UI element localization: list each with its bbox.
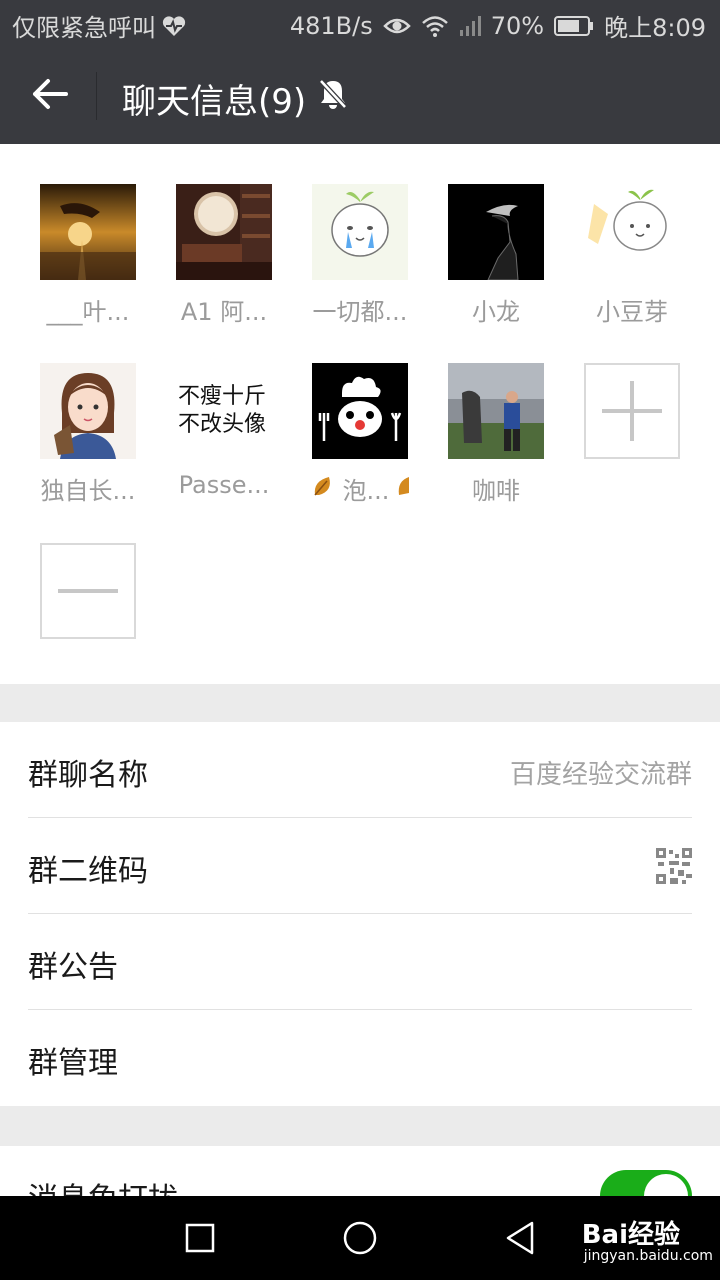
group-name-value: 百度经验交流群: [509, 760, 692, 790]
member-item[interactable]: 咖啡: [428, 363, 564, 513]
back-button[interactable]: [20, 66, 80, 126]
square-icon: [185, 1223, 215, 1253]
system-nav-bar: Bai经验 jingyan.baidu.com: [0, 1196, 720, 1280]
add-member-button[interactable]: [564, 363, 700, 513]
avatar-text-line: 不瘦十斤: [178, 384, 267, 409]
avatar-text-line: 不改头像: [178, 412, 267, 437]
page-title-text: 聊天信息(9): [122, 82, 307, 122]
avatar: [176, 184, 272, 280]
bell-off-icon: [318, 78, 348, 119]
member-name: 小豆芽: [596, 298, 668, 326]
members-grid: ___叶... A1 阿... 一切都... 小龙 小豆芽 独自长... 不瘦十…: [0, 144, 720, 684]
member-item[interactable]: 独自长...: [20, 363, 156, 513]
group-name-label: 群聊名称: [28, 758, 148, 793]
member-item[interactable]: ___叶...: [20, 184, 156, 334]
member-name: 咖啡: [472, 477, 520, 505]
member-item[interactable]: A1 阿...: [156, 184, 292, 334]
group-qr-label: 群二维码: [28, 854, 148, 889]
member-item[interactable]: 一切都...: [292, 184, 428, 334]
group-manage-row[interactable]: 群管理: [0, 1010, 720, 1106]
home-button[interactable]: [336, 1214, 384, 1262]
eye-icon: [382, 16, 411, 36]
baidu-watermark: Bai经验 jingyan.baidu.com: [581, 1214, 713, 1264]
member-item[interactable]: 泡...: [292, 363, 428, 513]
group-manage-label: 群管理: [28, 1046, 118, 1081]
member-name: 泡...: [292, 471, 428, 506]
member-item[interactable]: 小龙: [428, 184, 564, 334]
triangle-back-icon: [506, 1221, 534, 1255]
title-divider: [96, 72, 97, 120]
leaf-icon: [311, 473, 337, 505]
page-title: 聊天信息(9): [122, 74, 348, 123]
network-speed: 481B/s: [289, 11, 373, 40]
avatar: [312, 363, 408, 459]
arrow-left-icon: [32, 78, 68, 114]
avatar: 不瘦十斤 不改头像: [176, 363, 272, 459]
member-name: 小龙: [472, 298, 520, 326]
watermark-url: jingyan.baidu.com: [583, 1248, 713, 1264]
member-name: 独自长...: [40, 477, 136, 505]
battery-percent: 70%: [490, 11, 545, 40]
signal-icon: [459, 15, 481, 37]
group-qr-row[interactable]: 群二维码: [0, 818, 720, 914]
clock-time: 晚上8:09: [604, 14, 706, 42]
battery-icon: [554, 15, 594, 37]
avatar: [40, 184, 136, 280]
back-nav-button[interactable]: [496, 1214, 544, 1262]
avatar: [40, 363, 136, 459]
member-name: ___叶...: [46, 298, 130, 326]
circle-icon: [343, 1221, 377, 1255]
group-notice-label: 群公告: [28, 950, 118, 985]
avatar: [312, 184, 408, 280]
qr-code-icon: [656, 848, 692, 884]
status-bar: 仅限紧急呼叫 481B/s 70% 晚上8:09: [0, 0, 720, 48]
avatar: [448, 184, 544, 280]
member-name-text: 泡...: [342, 477, 390, 505]
remove-member-box: [40, 543, 136, 639]
plus-icon: [602, 381, 662, 441]
member-name: 一切都...: [312, 298, 408, 326]
avatar: [448, 363, 544, 459]
heart-rate-icon: [162, 15, 186, 37]
avatar: [584, 184, 680, 280]
recents-button[interactable]: [176, 1214, 224, 1262]
member-name: A1 阿...: [180, 298, 268, 326]
carrier-text: 仅限紧急呼叫: [12, 14, 156, 42]
title-bar: 聊天信息(9): [0, 48, 720, 144]
member-item[interactable]: 小豆芽: [564, 184, 700, 334]
watermark-text: Bai经验: [581, 1220, 680, 1250]
settings-group: 群聊名称 百度经验交流群 群二维码 群公告 群管理: [0, 722, 720, 1106]
add-member-box: [584, 363, 680, 459]
remove-member-button[interactable]: [20, 543, 156, 693]
group-name-row[interactable]: 群聊名称 百度经验交流群: [0, 722, 720, 818]
member-name: Passe...: [178, 471, 270, 499]
leaf-icon: [395, 473, 410, 505]
wifi-icon: [421, 15, 449, 37]
minus-icon: [58, 589, 118, 593]
member-item[interactable]: 不瘦十斤 不改头像 Passe...: [156, 363, 292, 513]
group-notice-row[interactable]: 群公告: [0, 914, 720, 1010]
